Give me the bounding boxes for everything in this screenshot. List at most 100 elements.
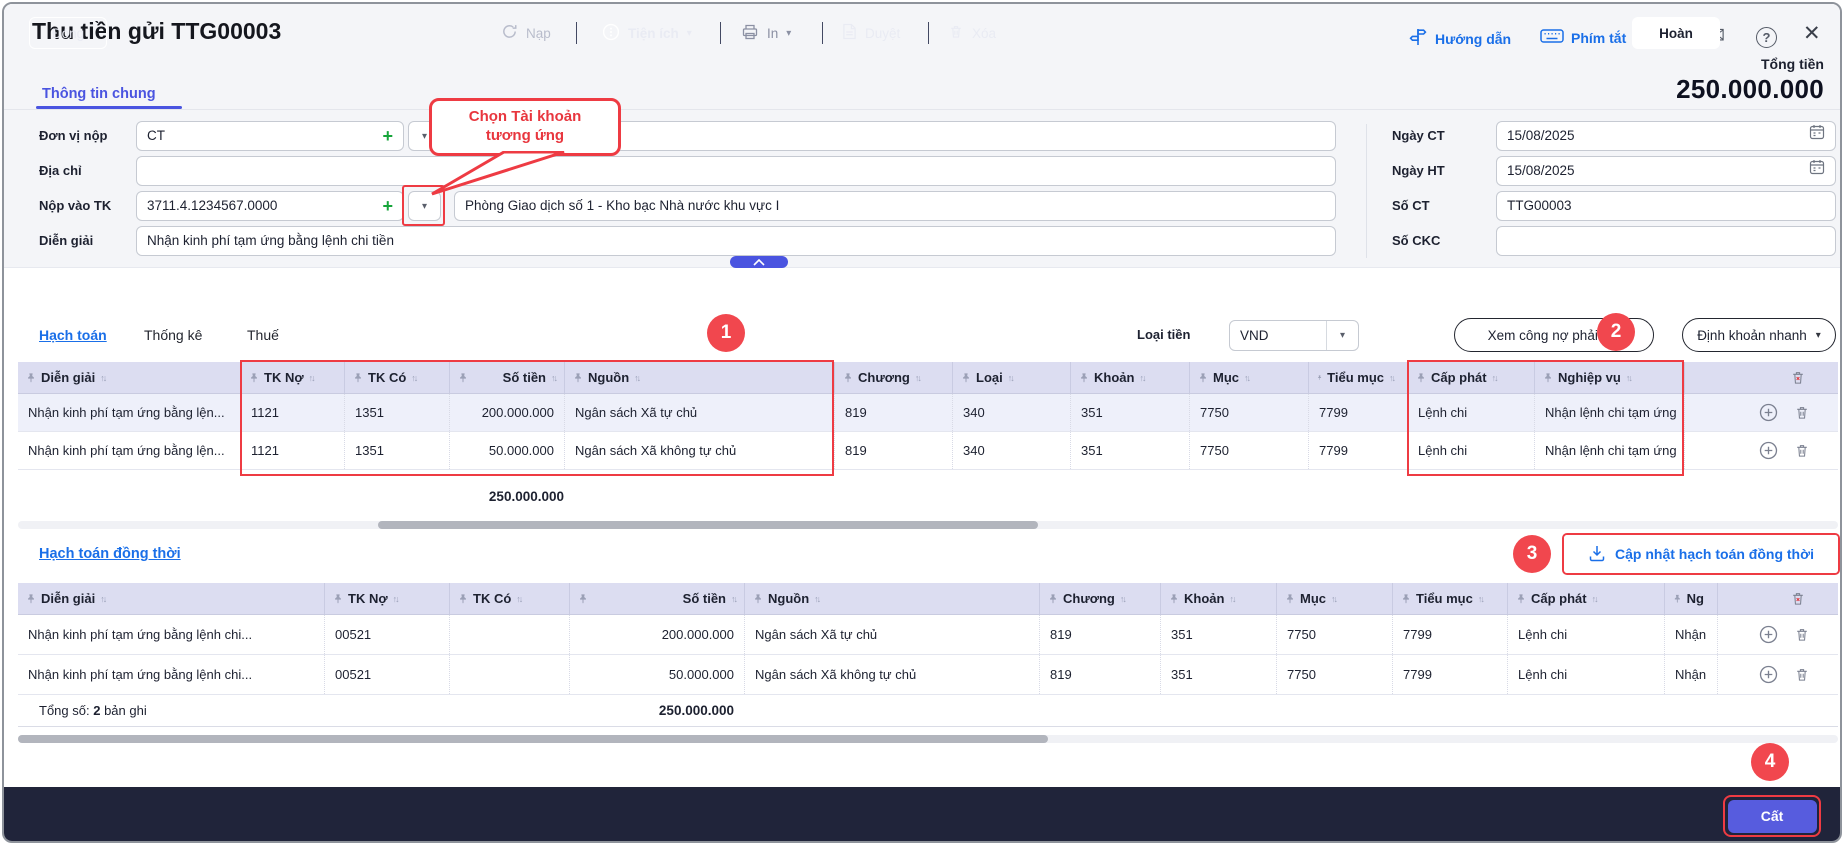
column-header[interactable]: TK Nợ↑↓ [240, 362, 344, 393]
cell[interactable]: 1351 [344, 432, 449, 469]
cell[interactable]: Nhận lệnh chi tạm ứng [1534, 432, 1684, 469]
sort-icon[interactable]: ↑↓ [1139, 373, 1144, 383]
cell[interactable]: 340 [952, 394, 1070, 431]
sort-icon[interactable]: ↑↓ [1478, 594, 1483, 604]
cell[interactable]: 200.000.000 [569, 615, 744, 654]
cell[interactable]: Ngân sách Xã tự chủ [744, 615, 1039, 654]
date-ct-input[interactable]: 15/08/2025 [1496, 121, 1836, 151]
cell[interactable]: 00521 [324, 615, 449, 654]
delete-button[interactable]: Xóa [948, 17, 996, 49]
cell[interactable]: Ngân sách Xã không tự chủ [564, 432, 834, 469]
account-dropdown[interactable]: ▾ [408, 191, 441, 221]
cell[interactable]: 7750 [1189, 394, 1308, 431]
sort-icon[interactable]: ↑↓ [393, 594, 398, 604]
cell[interactable]: Nhận kinh phí tạm ứng bằng lệnh chi... [18, 655, 324, 694]
collapse-form-button[interactable] [730, 256, 788, 268]
close-button[interactable]: Đóng [29, 17, 107, 49]
column-header[interactable]: TK Nợ↑↓ [324, 583, 449, 614]
undo-button[interactable]: Hoàn [1632, 17, 1720, 49]
delete-row-button[interactable] [1794, 626, 1810, 643]
cell[interactable]: 1351 [344, 394, 449, 431]
cell[interactable]: Lệnh chi [1507, 655, 1664, 694]
column-header[interactable]: TK Có↑↓ [344, 362, 449, 393]
date-ht-input[interactable]: 15/08/2025 [1496, 156, 1836, 186]
account-name-input[interactable]: Phòng Giao dịch số 1 - Kho bạc Nhà nước … [454, 191, 1336, 221]
add-row-button[interactable] [1759, 403, 1778, 422]
cell[interactable]: 351 [1070, 432, 1189, 469]
cell[interactable]: 351 [1160, 615, 1276, 654]
column-header[interactable]: Diễn giải↑↓ [18, 583, 324, 614]
cell[interactable]: Lệnh chi [1407, 394, 1534, 431]
column-header[interactable]: Khoản↑↓ [1070, 362, 1189, 393]
column-header[interactable]: Số tiền↑↓ [449, 362, 564, 393]
sort-icon[interactable]: ↑↓ [411, 373, 416, 383]
tab-statistics[interactable]: Thống kê [144, 318, 202, 352]
cell[interactable]: 819 [834, 432, 952, 469]
column-header[interactable]: Nguồn↑↓ [744, 583, 1039, 614]
cell[interactable]: 819 [834, 394, 952, 431]
sort-icon[interactable]: ↑↓ [1120, 594, 1125, 604]
reload-button[interactable]: Nạp [501, 17, 551, 49]
cell[interactable]: 7799 [1308, 394, 1407, 431]
sort-icon[interactable]: ↑↓ [516, 594, 521, 604]
cell[interactable]: 7750 [1189, 432, 1308, 469]
sort-icon[interactable]: ↑↓ [1389, 373, 1394, 383]
add-row-button[interactable] [1759, 665, 1778, 684]
column-header[interactable]: Mục↑↓ [1276, 583, 1392, 614]
shortcut-link[interactable]: Phím tắt [1540, 27, 1626, 48]
cell[interactable]: 00521 [324, 655, 449, 694]
delete-all-button[interactable] [1790, 369, 1806, 386]
delete-all-button[interactable] [1790, 590, 1806, 607]
sort-icon[interactable]: ↑↓ [731, 594, 736, 604]
hscrollbar-thumb[interactable] [18, 735, 1048, 743]
sort-icon[interactable]: ↑↓ [814, 594, 819, 604]
cell[interactable]: Nhận kinh phí tạm ứng bằng lện... [18, 432, 240, 469]
sort-icon[interactable]: ↑↓ [100, 373, 105, 383]
cell[interactable]: 50.000.000 [569, 655, 744, 694]
column-header[interactable]: Nghiệp vụ↑↓ [1534, 362, 1684, 393]
cell[interactable]: 7799 [1392, 655, 1507, 694]
cell[interactable]: Ngân sách Xã không tự chủ [744, 655, 1039, 694]
print-button[interactable]: In ▾ [741, 17, 791, 49]
description-input[interactable]: Nhận kinh phí tạm ứng bằng lệnh chi tiền [136, 226, 1336, 256]
hscrollbar-track[interactable] [18, 521, 1838, 529]
guide-link[interactable]: Hướng dẫn [1408, 27, 1511, 50]
help-icon[interactable]: ? [1756, 27, 1777, 48]
cell[interactable]: 1121 [240, 432, 344, 469]
cell[interactable]: Nhận kinh phí tạm ứng bằng lệnh chi... [18, 615, 324, 654]
ckc-input[interactable] [1496, 226, 1836, 256]
cell[interactable]: 351 [1160, 655, 1276, 694]
currency-select[interactable]: VND ▾ [1229, 320, 1359, 351]
approve-button[interactable]: Duyệt [842, 17, 900, 49]
cell[interactable]: Nhận [1664, 615, 1717, 654]
add-icon[interactable]: + [382, 127, 393, 145]
tab-accounting[interactable]: Hạch toán [39, 318, 107, 352]
column-header[interactable]: TK Có↑↓ [449, 583, 569, 614]
sort-icon[interactable]: ↑↓ [1492, 373, 1497, 383]
cell[interactable]: 200.000.000 [449, 394, 564, 431]
close-icon[interactable]: ✕ [1803, 23, 1821, 44]
cell[interactable]: Nhận lệnh chi tạm ứng [1534, 394, 1684, 431]
column-header[interactable]: Cấp phát↑↓ [1507, 583, 1664, 614]
cell[interactable]: 819 [1039, 615, 1160, 654]
calendar-icon[interactable] [1809, 157, 1825, 185]
sort-icon[interactable]: ↑↓ [634, 373, 639, 383]
simultaneous-accounting-link[interactable]: Hạch toán đồng thời [39, 546, 181, 562]
save-button[interactable]: Cất [1728, 800, 1817, 833]
sort-icon[interactable]: ↑↓ [915, 373, 920, 383]
tab-tax[interactable]: Thuế [247, 318, 279, 352]
column-header[interactable]: Tiểu mục↑↓ [1308, 362, 1407, 393]
cell[interactable]: 50.000.000 [449, 432, 564, 469]
sort-icon[interactable]: ↑↓ [309, 373, 314, 383]
sort-icon[interactable]: ↑↓ [100, 594, 105, 604]
cell[interactable]: Nhận kinh phí tạm ứng bằng lện... [18, 394, 240, 431]
sort-icon[interactable]: ↑↓ [1008, 373, 1013, 383]
cell[interactable]: 7750 [1276, 615, 1392, 654]
hscrollbar-track[interactable] [18, 735, 1838, 743]
add-row-button[interactable] [1759, 441, 1778, 460]
sort-icon[interactable]: ↑↓ [1244, 373, 1249, 383]
cell[interactable]: Nhận [1664, 655, 1717, 694]
delete-row-button[interactable] [1794, 442, 1810, 459]
cell[interactable] [449, 655, 569, 694]
cell[interactable]: 7799 [1392, 615, 1507, 654]
